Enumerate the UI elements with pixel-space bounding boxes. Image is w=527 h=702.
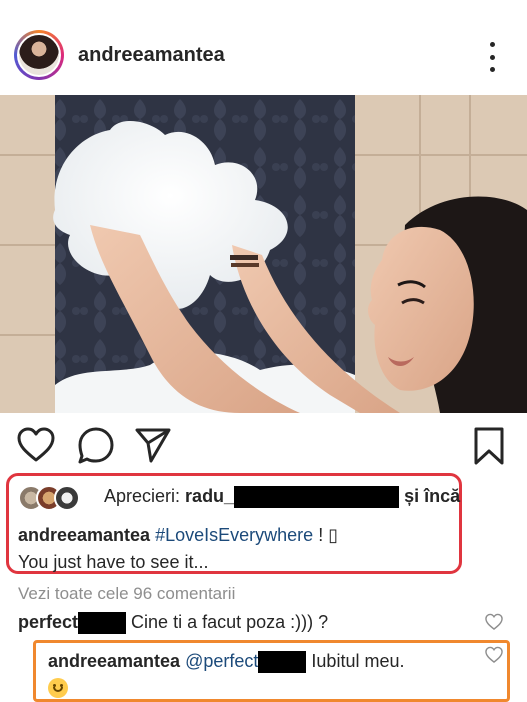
reply-row: andreeamantea @perfect Iubitul meu. (48, 648, 404, 700)
like-comment-icon[interactable] (484, 613, 504, 631)
bookmark-icon[interactable] (472, 426, 506, 466)
caption-glyph: ▯ (328, 525, 339, 545)
share-icon[interactable] (134, 426, 172, 464)
post-caption: andreeamantea #LoveIsEverywhere ! ▯ You … (18, 522, 458, 576)
reply-mention[interactable]: @perfect (185, 651, 258, 671)
caption-line-2: You just have to see it... (18, 552, 209, 572)
comment-row: perfect Cine ti a facut poza :))) ? (18, 612, 329, 635)
reply-text: Iubitul meu. (311, 651, 405, 671)
comment-username[interactable]: perfect (18, 612, 78, 632)
liker-avatars (18, 485, 98, 511)
more-options-icon[interactable] (480, 42, 504, 72)
bath-photo-illustration (0, 95, 527, 413)
view-all-comments-link[interactable]: Vezi toate cele 96 comentarii (18, 584, 235, 604)
post-header: andreeamantea (0, 0, 527, 94)
likes-more-link[interactable]: încă (424, 486, 460, 506)
like-reply-icon[interactable] (484, 646, 504, 664)
action-bar (0, 420, 527, 470)
redacted-block (258, 651, 307, 674)
comment-icon[interactable] (76, 426, 116, 464)
redacted-block (234, 486, 400, 509)
likes-prefix: Aprecieri: (104, 486, 181, 506)
liker-name[interactable]: radu_ (185, 486, 234, 506)
reply-username[interactable]: andreeamantea (48, 651, 180, 671)
post-photo[interactable] (0, 95, 527, 413)
smiling-emoji (48, 678, 68, 699)
likes-and: și (404, 486, 420, 506)
caption-hashtag[interactable]: #LoveIsEverywhere (155, 525, 313, 545)
post-username[interactable]: andreeamantea (78, 44, 225, 67)
caption-punctuation: ! (313, 525, 329, 545)
avatar-image (17, 33, 61, 77)
comment-text: Cine ti a facut poza :))) ? (131, 612, 329, 632)
redacted-block (78, 612, 127, 635)
heart-icon[interactable] (16, 426, 56, 464)
likes-summary[interactable]: Aprecieri: radu_ și încă (104, 486, 460, 509)
caption-username[interactable]: andreeamantea (18, 525, 150, 545)
liker-avatar[interactable] (54, 485, 80, 511)
profile-avatar[interactable] (14, 30, 64, 80)
